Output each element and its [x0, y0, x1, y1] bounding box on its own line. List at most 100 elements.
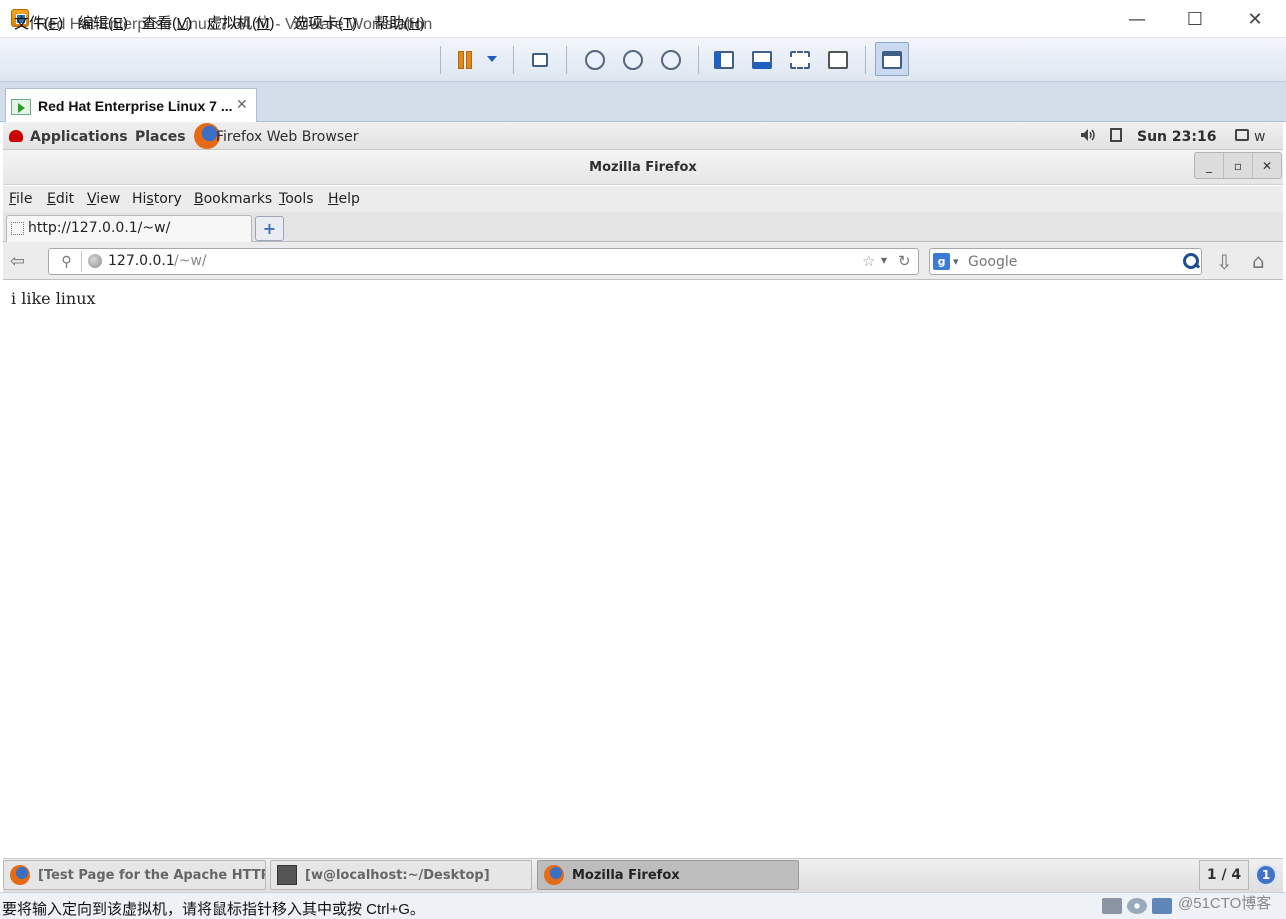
window-maximize-button[interactable]: ☐ [1166, 0, 1224, 38]
window-close-button[interactable]: ✕ [1226, 0, 1284, 38]
pause-icon[interactable] [451, 46, 479, 74]
menu-label: 编辑( [78, 15, 113, 32]
menu-label: ) [58, 15, 64, 32]
menu-label: 帮助( [374, 15, 409, 32]
user-menu[interactable]: w [1254, 129, 1265, 145]
ff-menu-file[interactable]: File [9, 191, 32, 207]
snapshot-take-icon[interactable] [581, 46, 609, 74]
url-host[interactable]: 127.0.0.1 [108, 253, 175, 269]
ff-menu-edit[interactable]: Edit [47, 191, 74, 207]
ff-menu-tools[interactable]: Tools [279, 191, 314, 207]
menu-label: iew [96, 191, 121, 207]
ff-menu-history[interactable]: History [132, 191, 182, 207]
search-engine-dropdown-icon[interactable]: ▾ [953, 255, 959, 268]
new-tab-button[interactable]: + [255, 216, 284, 241]
search-icon[interactable] [1182, 252, 1199, 269]
console-view-icon [878, 46, 906, 74]
taskbar-item-label: Mozilla Firefox [572, 867, 680, 883]
ff-menu-bookmarks[interactable]: Bookmarks [194, 191, 272, 207]
pause-dropdown-icon[interactable] [487, 56, 497, 62]
user-icon [1235, 129, 1249, 141]
browser-tab-title: http://127.0.0.1/~w/ [28, 220, 171, 236]
firefox-minimize-button[interactable]: _ [1195, 153, 1224, 178]
search-engine-icon[interactable]: g [933, 253, 950, 270]
thumbnail-bar-icon[interactable] [748, 46, 776, 74]
page-content-area[interactable] [3, 281, 1283, 858]
toolbar-separator [566, 46, 567, 74]
full-screen-icon[interactable] [786, 46, 814, 74]
bookmark-star-icon[interactable]: ☆ [862, 252, 875, 270]
search-input[interactable] [968, 252, 1173, 272]
menu-accel: H [409, 15, 420, 32]
vm-menu-tabs[interactable]: 选项卡(T) [293, 12, 357, 33]
vm-running-icon [11, 99, 31, 115]
menu-accel: E [113, 15, 124, 32]
toolbar-separator [513, 46, 514, 74]
clock[interactable]: Sun 23:16 [1137, 129, 1216, 145]
firefox-maximize-button[interactable]: ▫ [1224, 153, 1253, 178]
vm-menu-help[interactable]: 帮助(H) [374, 12, 425, 33]
taskbar-item-apache-test[interactable]: [Test Page for the Apache HTTP... [3, 860, 266, 890]
cd-icon[interactable] [1127, 898, 1147, 914]
url-history-dropdown-icon[interactable]: ▾ [881, 253, 887, 267]
vm-tab-label: Red Hat Enterprise Linux 7 ... [38, 98, 233, 114]
firefox-icon [10, 865, 30, 885]
active-app-label[interactable]: Firefox Web Browser [216, 129, 359, 145]
vm-menu-file[interactable]: 文件(F) [14, 12, 63, 33]
workspace-indicator[interactable]: 1 / 4 [1199, 860, 1249, 890]
menu-label: Hi [132, 191, 147, 207]
snapshot-revert-icon[interactable] [619, 46, 647, 74]
url-path[interactable]: /~w/ [174, 253, 207, 269]
firefox-close-button[interactable]: ✕ [1253, 153, 1281, 178]
menu-accel: F [9, 191, 17, 207]
back-arrow-icon[interactable]: ⇦ [10, 251, 36, 273]
menu-accel: T [343, 15, 353, 32]
menu-accel: F [49, 15, 59, 32]
vm-menu-view[interactable]: 查看(V) [142, 12, 192, 33]
home-icon[interactable]: ⌂ [1252, 249, 1265, 273]
vmware-status-message: 要将输入定向到该虚拟机，请将鼠标指针移入其中或按 Ctrl+G。 [2, 901, 425, 918]
firefox-window-controls: _ ▫ ✕ [1194, 152, 1282, 179]
ff-menu-view[interactable]: View [87, 191, 120, 207]
page-body-text: i like linux [11, 289, 96, 308]
vm-tab-close-icon[interactable]: ✕ [236, 97, 248, 113]
menu-accel: s [146, 191, 154, 207]
menu-label: ile [16, 191, 33, 207]
menu-label: tory [153, 191, 182, 207]
menu-label: ) [123, 15, 129, 32]
toolbar-separator [440, 46, 441, 74]
places-menu[interactable]: Places [135, 129, 186, 145]
reload-icon[interactable]: ↻ [898, 252, 911, 270]
watermark: @51CTO博客 [1178, 895, 1272, 912]
vm-menu-vm[interactable]: 虚拟机(M) [207, 12, 275, 33]
globe-icon [88, 254, 102, 268]
toolbar-separator [865, 46, 866, 74]
redhat-icon [9, 130, 23, 142]
network-icon[interactable] [1110, 128, 1122, 142]
ff-menu-help[interactable]: Help [328, 191, 360, 207]
menu-label: ) [187, 15, 193, 32]
window-minimize-button[interactable]: — [1108, 0, 1166, 38]
network-icon[interactable] [1152, 898, 1172, 914]
menu-accel: E [47, 191, 56, 207]
taskbar-item-terminal[interactable]: [w@localhost:~/Desktop] [270, 860, 532, 890]
applications-menu[interactable]: Applications [30, 129, 128, 145]
snapshot-manager-icon[interactable] [657, 46, 685, 74]
unity-icon[interactable] [824, 46, 852, 74]
site-identity-icon[interactable]: ⚲ [52, 251, 82, 272]
menu-label: ) [419, 15, 425, 32]
notification-badge[interactable]: 1 [1255, 864, 1277, 886]
menu-label: ools [285, 191, 314, 207]
vm-menu-edit[interactable]: 编辑(E) [78, 12, 128, 33]
volume-icon[interactable] [1080, 128, 1096, 142]
menu-label: 文件( [14, 15, 49, 32]
hard-disk-icon[interactable] [1102, 898, 1122, 914]
taskbar-item-firefox[interactable]: Mozilla Firefox [537, 860, 799, 890]
menu-accel: M [257, 15, 270, 32]
show-library-icon[interactable] [710, 46, 738, 74]
download-icon[interactable]: ⇩ [1216, 250, 1233, 274]
taskbar-item-label: [Test Page for the Apache HTTP... [38, 867, 265, 883]
menu-label: ookmarks [203, 191, 273, 207]
send-ctrl-alt-del-icon[interactable] [526, 46, 554, 74]
menu-label: ) [352, 15, 358, 32]
